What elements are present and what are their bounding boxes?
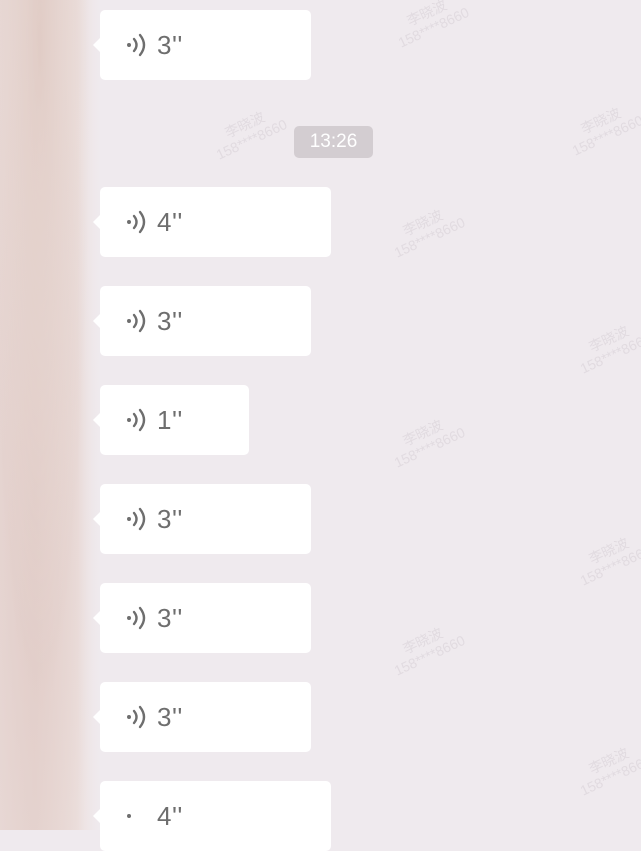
watermark: 李晓波 158****8660 <box>577 534 641 589</box>
voice-wave-icon <box>127 33 146 57</box>
voice-wave-icon <box>127 210 146 234</box>
voice-message[interactable]: 3'' <box>93 286 311 356</box>
watermark: 李晓波 158****8660 <box>213 108 290 163</box>
watermark: 李晓波 158****8660 <box>395 0 472 51</box>
watermark: 李晓波 158****8660 <box>391 416 468 471</box>
watermark: 李晓波 158****8660 <box>577 322 641 377</box>
voice-message[interactable]: 3'' <box>93 10 311 80</box>
sender-avatar-column <box>0 0 100 830</box>
voice-message[interactable]: 3'' <box>93 682 311 752</box>
voice-wave-icon <box>127 507 146 531</box>
voice-wave-icon <box>127 408 146 432</box>
watermark: 李晓波 158****8660 <box>577 744 641 799</box>
voice-duration: 3'' <box>157 305 183 336</box>
watermark: 李晓波 158****8660 <box>391 624 468 679</box>
voice-duration: 3'' <box>157 503 183 534</box>
voice-wave-icon <box>127 309 146 333</box>
voice-duration: 3'' <box>157 29 183 60</box>
voice-message[interactable]: 3'' <box>93 484 311 554</box>
message-timestamp: 13:26 <box>294 126 373 158</box>
voice-duration: 4'' <box>157 800 183 831</box>
watermark: 李晓波 158****8660 <box>569 104 641 159</box>
voice-message[interactable]: 1'' <box>93 385 249 455</box>
voice-wave-icon <box>127 606 146 630</box>
voice-duration: 4'' <box>157 206 183 237</box>
voice-duration: 1'' <box>157 404 183 435</box>
voice-duration: 3'' <box>157 602 183 633</box>
voice-duration: 3'' <box>157 701 183 732</box>
watermark: 李晓波 158****8660 <box>391 206 468 261</box>
voice-wave-icon <box>127 814 131 818</box>
voice-message[interactable]: 4'' <box>93 187 331 257</box>
voice-wave-icon <box>127 705 146 729</box>
voice-message[interactable]: 4'' <box>93 781 331 851</box>
voice-message[interactable]: 3'' <box>93 583 311 653</box>
